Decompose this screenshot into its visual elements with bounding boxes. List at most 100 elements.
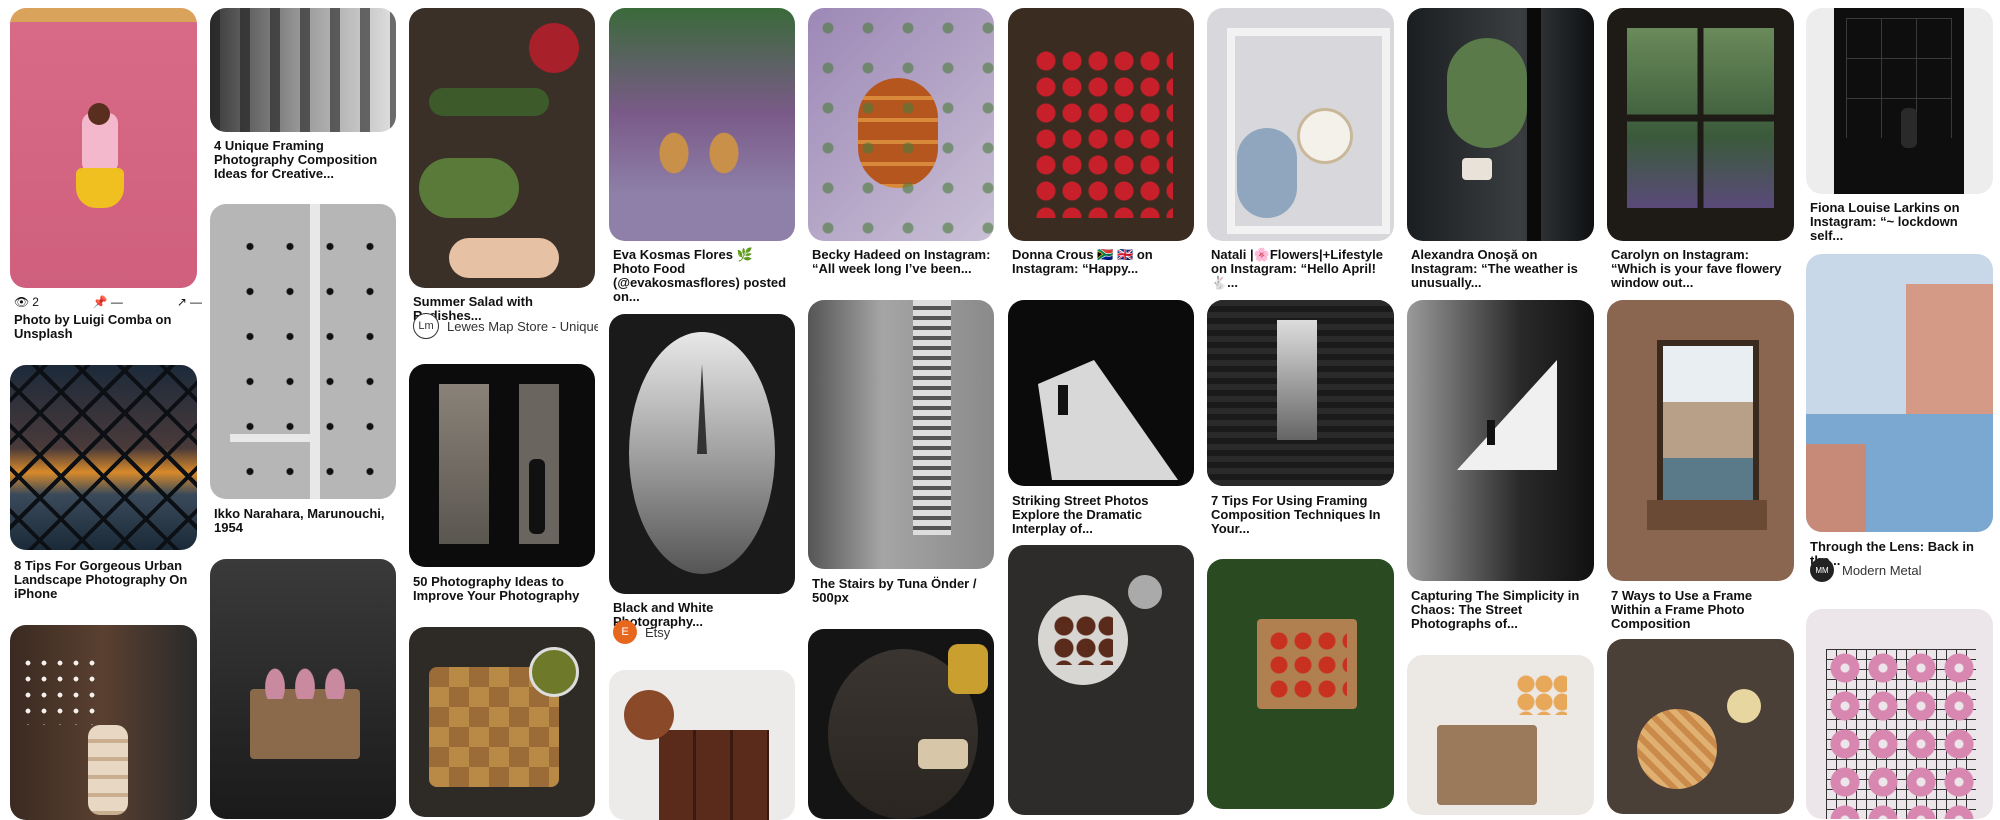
pin-title[interactable]: Striking Street Photos Explore the Drama… xyxy=(1012,494,1192,536)
pin-image-brownies[interactable] xyxy=(609,670,795,820)
pin-image-breakfast[interactable] xyxy=(1407,655,1594,815)
pin-title[interactable]: Fiona Louise Larkins on Instagram: “~ lo… xyxy=(1810,201,1990,243)
pin-title[interactable]: The Stairs by Tuna Önder / 500px xyxy=(812,577,992,605)
white-triangle xyxy=(1457,360,1557,470)
pin-title[interactable]: Natali |🌸Flowers|+Lifestyle on Instagram… xyxy=(1211,248,1391,290)
pin-image-ikko-narahara[interactable] xyxy=(210,204,396,499)
pin-image-pastries-tray[interactable] xyxy=(1008,545,1194,815)
pin-image-dessert-box[interactable] xyxy=(210,559,396,819)
cup xyxy=(1462,158,1492,180)
pin-title[interactable]: Alexandra Onoşă on Instagram: “The weath… xyxy=(1411,248,1591,290)
pin-title[interactable]: 7 Tips For Using Framing Composition Tec… xyxy=(1211,494,1391,536)
pin-image-flowery-window[interactable] xyxy=(1607,8,1794,241)
pin-source[interactable]: MM Modern Metal xyxy=(1810,558,1995,582)
macaron-stack xyxy=(88,725,128,815)
dessert-crate xyxy=(250,689,360,759)
pin-image-alexandra-onosa[interactable] xyxy=(1407,8,1594,241)
greenery xyxy=(808,8,994,241)
alley-light xyxy=(1277,320,1317,440)
pin-image-paris-oval[interactable] xyxy=(609,314,795,594)
oil-bottles xyxy=(649,118,749,188)
pin-title[interactable]: 4 Unique Framing Photography Composition… xyxy=(214,139,394,181)
pin-image-samosas[interactable] xyxy=(409,627,595,817)
pin-image-frame-within-frame[interactable] xyxy=(1607,300,1794,581)
teacup xyxy=(1128,575,1162,609)
pin-title[interactable]: Becky Hadeed on Instagram: “All week lon… xyxy=(812,248,992,276)
pedestrians xyxy=(230,224,380,484)
pin-image-becky-hadeed[interactable] xyxy=(808,8,994,241)
pin-title[interactable]: Carolyn on Instagram: “Which is your fav… xyxy=(1611,248,1791,290)
pin-image-donna-crous[interactable] xyxy=(1008,8,1194,241)
brownie-squares xyxy=(659,730,769,820)
pin-image-urban-landscape[interactable] xyxy=(10,365,197,550)
lit-doorway xyxy=(439,384,489,544)
silhouette xyxy=(529,459,545,534)
window-mullions xyxy=(1627,28,1774,208)
sauce-bowl xyxy=(1727,689,1761,723)
columns xyxy=(210,8,396,132)
pin-source[interactable]: Lm Lewes Map Store - Unique,... xyxy=(413,313,598,339)
hands xyxy=(449,238,559,278)
pink-wall xyxy=(1806,444,1866,532)
pin-image-eva-kosmas[interactable] xyxy=(609,8,795,241)
pin-title[interactable]: Photo by Luigi Comba on Unsplash xyxy=(14,313,194,341)
pin-image-luigi-comba[interactable] xyxy=(10,8,197,288)
pin-title[interactable]: Donna Crous 🇿🇦 🇬🇧 on Instagram: “Happy..… xyxy=(1012,248,1192,276)
pin-image-garden-crate[interactable] xyxy=(1207,559,1394,809)
pin-stats: 👁 2 📌 — ↗ — xyxy=(14,295,202,309)
tomatoes xyxy=(1267,629,1347,699)
silhouette xyxy=(1901,108,1917,148)
pin-image-macarons[interactable] xyxy=(10,625,197,820)
share-arrow-icon: ↗ xyxy=(176,295,187,309)
window-frame xyxy=(1527,8,1541,241)
yellow-skirt xyxy=(76,168,124,208)
pink-donuts xyxy=(1826,649,1976,819)
lattice-pie xyxy=(1637,709,1717,789)
window xyxy=(1657,340,1759,512)
cocoa-spoon xyxy=(624,690,674,740)
blue-fabric xyxy=(1237,128,1297,218)
views-stat: 👁 2 xyxy=(14,295,39,309)
pin-title[interactable]: Ikko Narahara, Marunouchi, 1954 xyxy=(214,507,394,535)
hair xyxy=(88,103,110,125)
pin-image-stairs[interactable] xyxy=(808,300,994,569)
pin-title[interactable]: 8 Tips For Gorgeous Urban Landscape Phot… xyxy=(14,559,194,601)
pin-image-through-the-lens[interactable] xyxy=(1806,254,1993,532)
gold-hand xyxy=(948,644,988,694)
strawberries xyxy=(1033,48,1173,218)
pin-image-photography-ideas[interactable] xyxy=(409,364,595,567)
window-panes xyxy=(1846,18,1952,138)
pin-source[interactable]: E Etsy xyxy=(613,620,798,644)
pin-title[interactable]: 50 Photography Ideas to Improve Your Pho… xyxy=(413,575,593,603)
pin-image-framing-tips[interactable] xyxy=(1207,300,1394,486)
pin-title[interactable]: 7 Ways to Use a Frame Within a Frame Pho… xyxy=(1611,589,1791,631)
teacup xyxy=(1297,108,1353,164)
saves-stat: 📌 — xyxy=(92,295,123,309)
pin-image-pie[interactable] xyxy=(1607,639,1794,814)
stairwell xyxy=(913,300,951,535)
window-sill xyxy=(1647,500,1767,530)
modern-metal-avatar: MM xyxy=(1810,558,1834,582)
shares-stat: ↗ — xyxy=(176,295,202,309)
cake xyxy=(918,739,968,769)
pin-title[interactable]: Eva Kosmas Flores 🌿 Photo Food (@evakosm… xyxy=(613,248,793,304)
pin-icon: 📌 xyxy=(92,295,108,309)
chain-fence xyxy=(10,365,197,550)
pin-image-framing-ideas[interactable] xyxy=(210,8,396,132)
pin-title[interactable]: Capturing The Simplicity in Chaos: The S… xyxy=(1411,589,1591,631)
pin-image-natali-flowers[interactable] xyxy=(1207,8,1394,241)
walker xyxy=(1058,385,1068,415)
eye-icon: 👁 xyxy=(14,295,30,309)
light-beam xyxy=(1038,360,1178,480)
lewes-avatar: Lm xyxy=(413,313,439,339)
pin-image-dark-cake[interactable] xyxy=(808,629,994,819)
pin-image-simplicity-chaos[interactable] xyxy=(1407,300,1594,581)
pin-image-donuts[interactable] xyxy=(1806,609,1993,819)
pin-image-fiona-larkins[interactable] xyxy=(1806,8,1993,194)
walker xyxy=(1487,420,1495,445)
pin-image-summer-salad[interactable] xyxy=(409,8,595,288)
pin-image-striking-street[interactable] xyxy=(1008,300,1194,486)
etsy-avatar: E xyxy=(613,620,637,644)
white-blossoms xyxy=(20,655,100,725)
herbs xyxy=(419,158,519,218)
